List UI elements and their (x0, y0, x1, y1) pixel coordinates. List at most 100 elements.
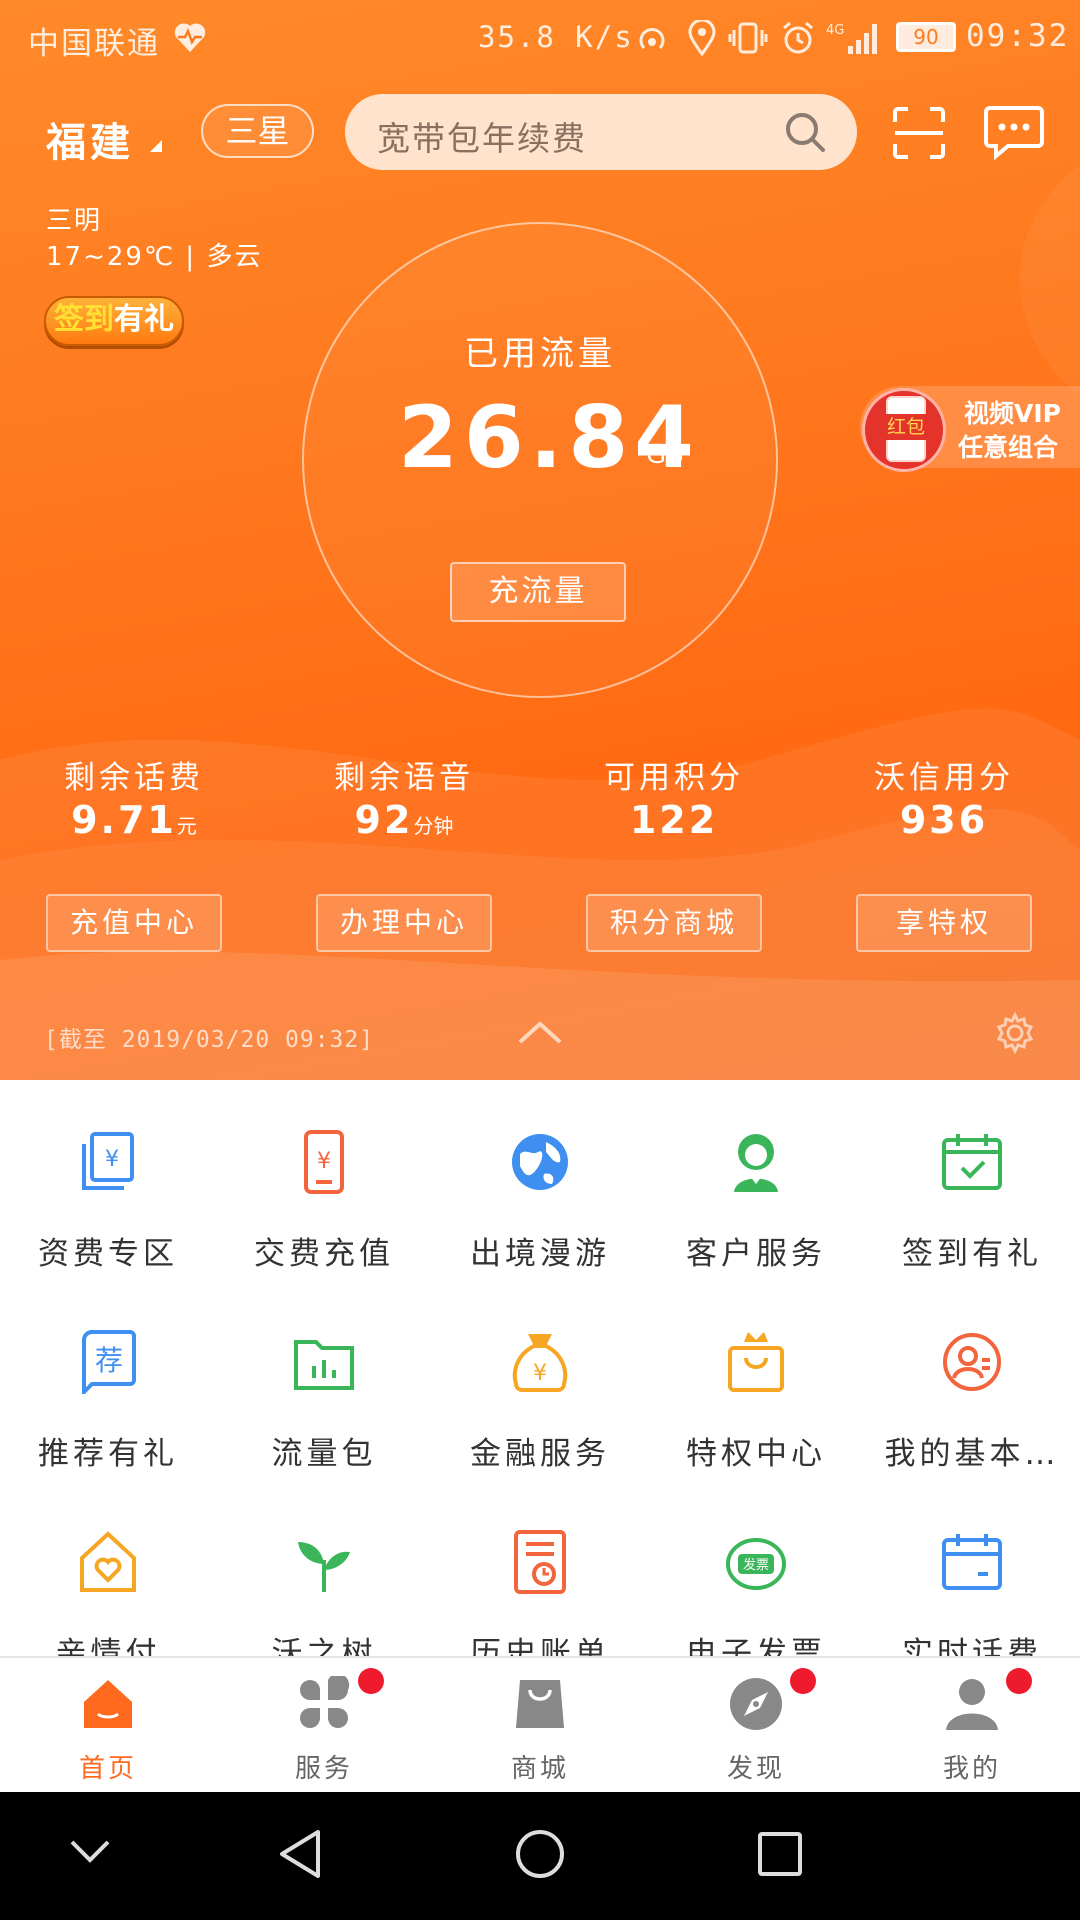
red-packet-label: 红包 (880, 414, 932, 440)
tariff-icon: ¥ (82, 1132, 134, 1190)
stat-label-balance: 剩余话费 (64, 760, 204, 796)
service-payment[interactable]: ¥ 交费充值 (216, 1130, 432, 1310)
notification-dot (790, 1668, 816, 1694)
weather-city: 三明 (46, 206, 103, 236)
alarm-icon (783, 21, 813, 54)
tab-me[interactable]: 我的 (864, 1658, 1080, 1794)
phone-pay-icon: ¥ (304, 1130, 344, 1194)
service-roaming[interactable]: 出境漫游 (432, 1130, 648, 1310)
compass-icon (730, 1678, 782, 1730)
apps-icon (300, 1676, 350, 1728)
stat-label-credit: 沃信用分 (874, 760, 1014, 796)
tab-home[interactable]: 首页 (0, 1658, 216, 1794)
recents-icon[interactable] (756, 1830, 804, 1878)
points-mall-button[interactable]: 积分商城 (586, 894, 762, 952)
status-bar: 中国联通 35.8 K/s 4G 90 09:32 (0, 0, 1080, 76)
device-brand-chip[interactable]: 三星 (201, 104, 314, 158)
promo-line-2: 任意组合 (958, 433, 1059, 462)
back-icon[interactable] (276, 1828, 324, 1880)
privileges-button[interactable]: 享特权 (856, 894, 1032, 952)
notification-dot (358, 1668, 384, 1694)
vibrate-icon (728, 22, 768, 54)
stat-number: 92 (354, 798, 414, 842)
battery-indicator: 90 (896, 22, 956, 52)
search-placeholder: 宽带包年续费 (377, 119, 587, 158)
stat-number: 9.71 (71, 798, 177, 842)
chevron-down-icon[interactable] (68, 1836, 112, 1866)
svg-text:¥: ¥ (105, 1147, 119, 1172)
recharge-center-button[interactable]: 充值中心 (46, 894, 222, 952)
stat-unit: 元 (176, 814, 197, 838)
svg-text:荐: 荐 (95, 1344, 123, 1377)
hotspot-icon (639, 28, 665, 50)
account-header: 中国联通 35.8 K/s 4G 90 09:32 福建 三星 宽带包年续费 三… (0, 0, 1080, 1080)
service-label: 我的基本… (884, 1436, 1060, 1472)
service-label: 资费专区 (38, 1236, 178, 1272)
system-navigation-bar (0, 1792, 1080, 1920)
chevron-up-icon[interactable] (516, 1018, 564, 1046)
data-as-of-timestamp: [截至 2019/03/20 09:32] (44, 1027, 375, 1053)
heart-rate-icon (174, 23, 206, 52)
service-finance[interactable]: ¥ 金融服务 (432, 1330, 648, 1510)
tab-discover[interactable]: 发现 (648, 1658, 864, 1794)
money-bag-icon: ¥ (512, 1334, 568, 1392)
promo-line-1: 视频VIP (964, 399, 1061, 428)
stat-label-points: 可用积分 (604, 760, 744, 796)
sprout-icon (298, 1542, 350, 1592)
tab-label: 我的 (942, 1754, 1001, 1784)
service-data-pack[interactable]: 流量包 (216, 1330, 432, 1510)
service-checkin[interactable]: 签到有礼 (864, 1130, 1080, 1310)
svg-text:4G: 4G (826, 23, 844, 38)
svg-text:¥: ¥ (317, 1149, 331, 1174)
signal-4g-icon: 4G (826, 23, 877, 54)
stat-value-credit[interactable]: 936 (834, 798, 1054, 842)
service-label: 客户服务 (686, 1236, 826, 1272)
service-recommend[interactable]: 荐 推荐有礼 (0, 1330, 216, 1510)
user-icon (946, 1679, 998, 1730)
calendar-icon (942, 1534, 1002, 1590)
recommend-icon: 荐 (82, 1330, 136, 1394)
tab-label: 首页 (78, 1754, 137, 1784)
recharge-data-button[interactable]: 充流量 (450, 562, 626, 622)
service-label: 交费充值 (254, 1236, 394, 1272)
svg-text:¥: ¥ (533, 1361, 547, 1386)
search-icon[interactable] (783, 110, 827, 154)
shopping-bag-icon (516, 1680, 564, 1728)
search-bar[interactable]: 宽带包年续费 (345, 94, 857, 170)
service-customer[interactable]: 客户服务 (648, 1130, 864, 1310)
customer-service-icon (734, 1134, 778, 1192)
service-privilege[interactable]: 特权中心 (648, 1330, 864, 1510)
data-usage-unit: GB (646, 440, 684, 470)
tab-mall[interactable]: 商城 (432, 1658, 648, 1794)
notification-dot (1006, 1668, 1032, 1694)
message-icon[interactable] (984, 104, 1044, 160)
invoice-icon-text: 发票 (743, 1557, 769, 1573)
service-grid: ¥ 资费专区 ¥ 交费充值 出境漫游 客户服务 签到有礼 荐 推荐有礼 流量包 … (0, 1080, 1080, 1672)
scan-icon[interactable] (892, 106, 946, 160)
data-folder-icon (294, 1340, 354, 1390)
tab-services[interactable]: 服务 (216, 1658, 432, 1794)
stat-value-points[interactable]: 122 (564, 798, 784, 842)
service-label: 流量包 (271, 1436, 377, 1472)
caret-down-icon[interactable] (150, 140, 162, 152)
home-circle-icon[interactable] (514, 1828, 566, 1880)
gear-icon[interactable] (994, 1012, 1036, 1054)
network-speed: 35.8 K/s (478, 20, 634, 54)
tab-label: 服务 (294, 1754, 353, 1784)
calendar-check-icon (942, 1134, 1002, 1190)
status-time: 09:32 (966, 18, 1070, 54)
stat-value-balance[interactable]: 9.71元 (24, 798, 244, 842)
service-label: 推荐有礼 (38, 1436, 178, 1472)
bill-history-icon (514, 1530, 566, 1594)
province-selector[interactable]: 福建 (46, 110, 134, 168)
stat-value-voice[interactable]: 92分钟 (294, 798, 514, 842)
globe-icon (512, 1134, 568, 1190)
service-label: 出境漫游 (470, 1236, 610, 1272)
crown-bag-icon (728, 1332, 784, 1392)
bottom-tab-bar: 首页 服务 商城 发现 我的 (0, 1656, 1080, 1792)
business-center-button[interactable]: 办理中心 (316, 894, 492, 952)
tab-label: 商城 (510, 1754, 569, 1784)
location-icon (688, 20, 716, 56)
service-profile[interactable]: 我的基本… (864, 1330, 1080, 1510)
service-tariff[interactable]: ¥ 资费专区 (0, 1130, 216, 1310)
